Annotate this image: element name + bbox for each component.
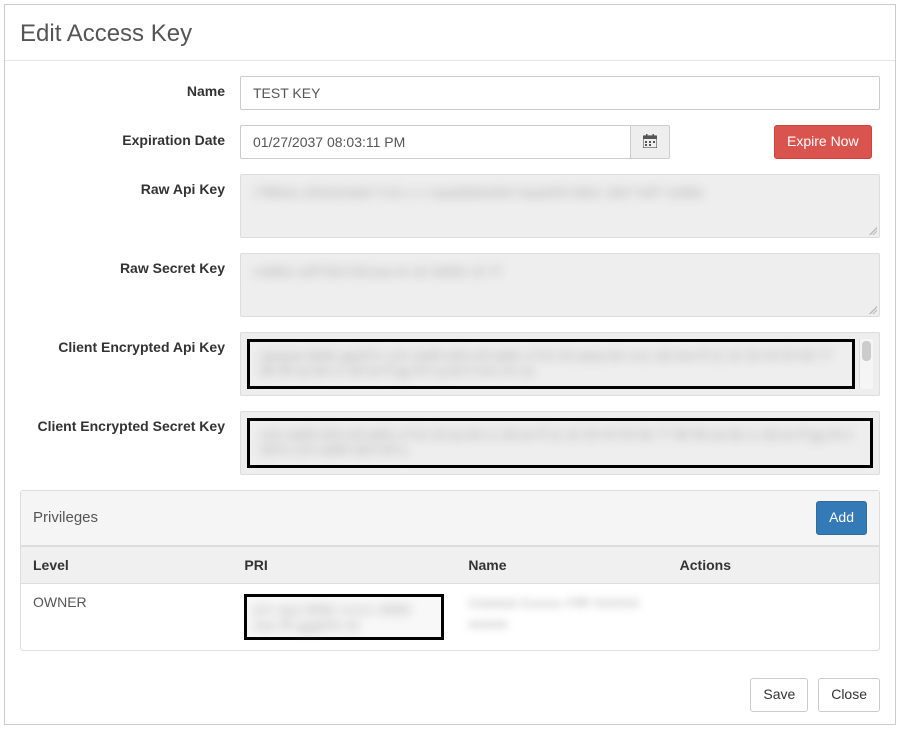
enc-api-field[interactable]: aaaaaa bbbb gg4d7e cc9 1abf0 d33 e4f ab8… — [240, 332, 880, 396]
row-raw-secret: Raw Secret Key c4d8e1 a0f72b3 5b11aa 4c … — [20, 253, 880, 317]
col-actions: Actions — [668, 546, 879, 583]
col-level: Level — [21, 546, 232, 583]
label-expiration: Expiration Date — [20, 125, 240, 148]
close-button[interactable]: Close — [818, 678, 880, 712]
modal-header: Edit Access Key — [5, 5, 895, 61]
label-raw-api: Raw Api Key — [20, 174, 240, 197]
privileges-panel: Privileges Add Level PRI Name Actions OW… — [20, 490, 880, 651]
table-row: OWNER prn aaa bbbb ccccc dddd eee fff gg… — [21, 583, 879, 650]
label-enc-secret: Client Encrypted Secret Key — [20, 411, 240, 434]
row-name: Name — [20, 76, 880, 110]
cell-name: Dddddd Eeeee Fffff 000000 aaaaa — [456, 583, 667, 650]
raw-secret-display: c4d8e1 a0f72b3 5b11aa 4c e0 3dd91 22 7f — [240, 253, 880, 317]
add-privilege-button[interactable]: Add — [816, 501, 867, 535]
enc-api-scrollbar[interactable] — [859, 339, 873, 389]
col-pri: PRI — [232, 546, 456, 583]
row-expiration: Expiration Date — [20, 125, 880, 159]
label-name: Name — [20, 76, 240, 99]
cell-pri: prn aaa bbbb ccccc dddd eee fff ggghhh i… — [232, 583, 456, 650]
privileges-title: Privileges — [33, 509, 98, 526]
enc-secret-field[interactable]: zz9 1abf0 d33 e4f ab8c e710 2d aa bb cc … — [240, 411, 880, 475]
col-name: Name — [456, 546, 667, 583]
modal-title: Edit Access Key — [20, 20, 880, 48]
cell-actions — [668, 583, 879, 650]
label-raw-secret: Raw Secret Key — [20, 253, 240, 276]
save-button[interactable]: Save — [750, 678, 808, 712]
expire-now-button[interactable]: Expire Now — [774, 125, 872, 159]
table-header-row: Level PRI Name Actions — [21, 546, 879, 583]
row-enc-secret: Client Encrypted Secret Key zz9 1abf0 d3… — [20, 411, 880, 475]
privileges-heading: Privileges Add — [21, 491, 879, 546]
privileges-table: Level PRI Name Actions OWNER prn aaa bbb… — [21, 546, 879, 650]
raw-api-display: r7f8b0a c5910e4a6d 7c21 c c 1aaa6bb6e5b4… — [240, 174, 880, 238]
row-raw-api: Raw Api Key r7f8b0a c5910e4a6d 7c21 c c … — [20, 174, 880, 238]
modal-body: Name Expiration Date — [5, 61, 895, 666]
calendar-icon — [643, 134, 657, 151]
cell-level: OWNER — [21, 583, 232, 650]
label-enc-api: Client Encrypted Api Key — [20, 332, 240, 355]
modal-footer: Save Close — [5, 666, 895, 724]
name-input[interactable] — [240, 76, 880, 110]
calendar-button[interactable] — [631, 125, 670, 159]
edit-access-key-modal: Edit Access Key Name Expiration Date — [4, 4, 896, 725]
expiration-input[interactable] — [240, 125, 631, 159]
row-enc-api: Client Encrypted Api Key aaaaaa bbbb gg4… — [20, 332, 880, 396]
